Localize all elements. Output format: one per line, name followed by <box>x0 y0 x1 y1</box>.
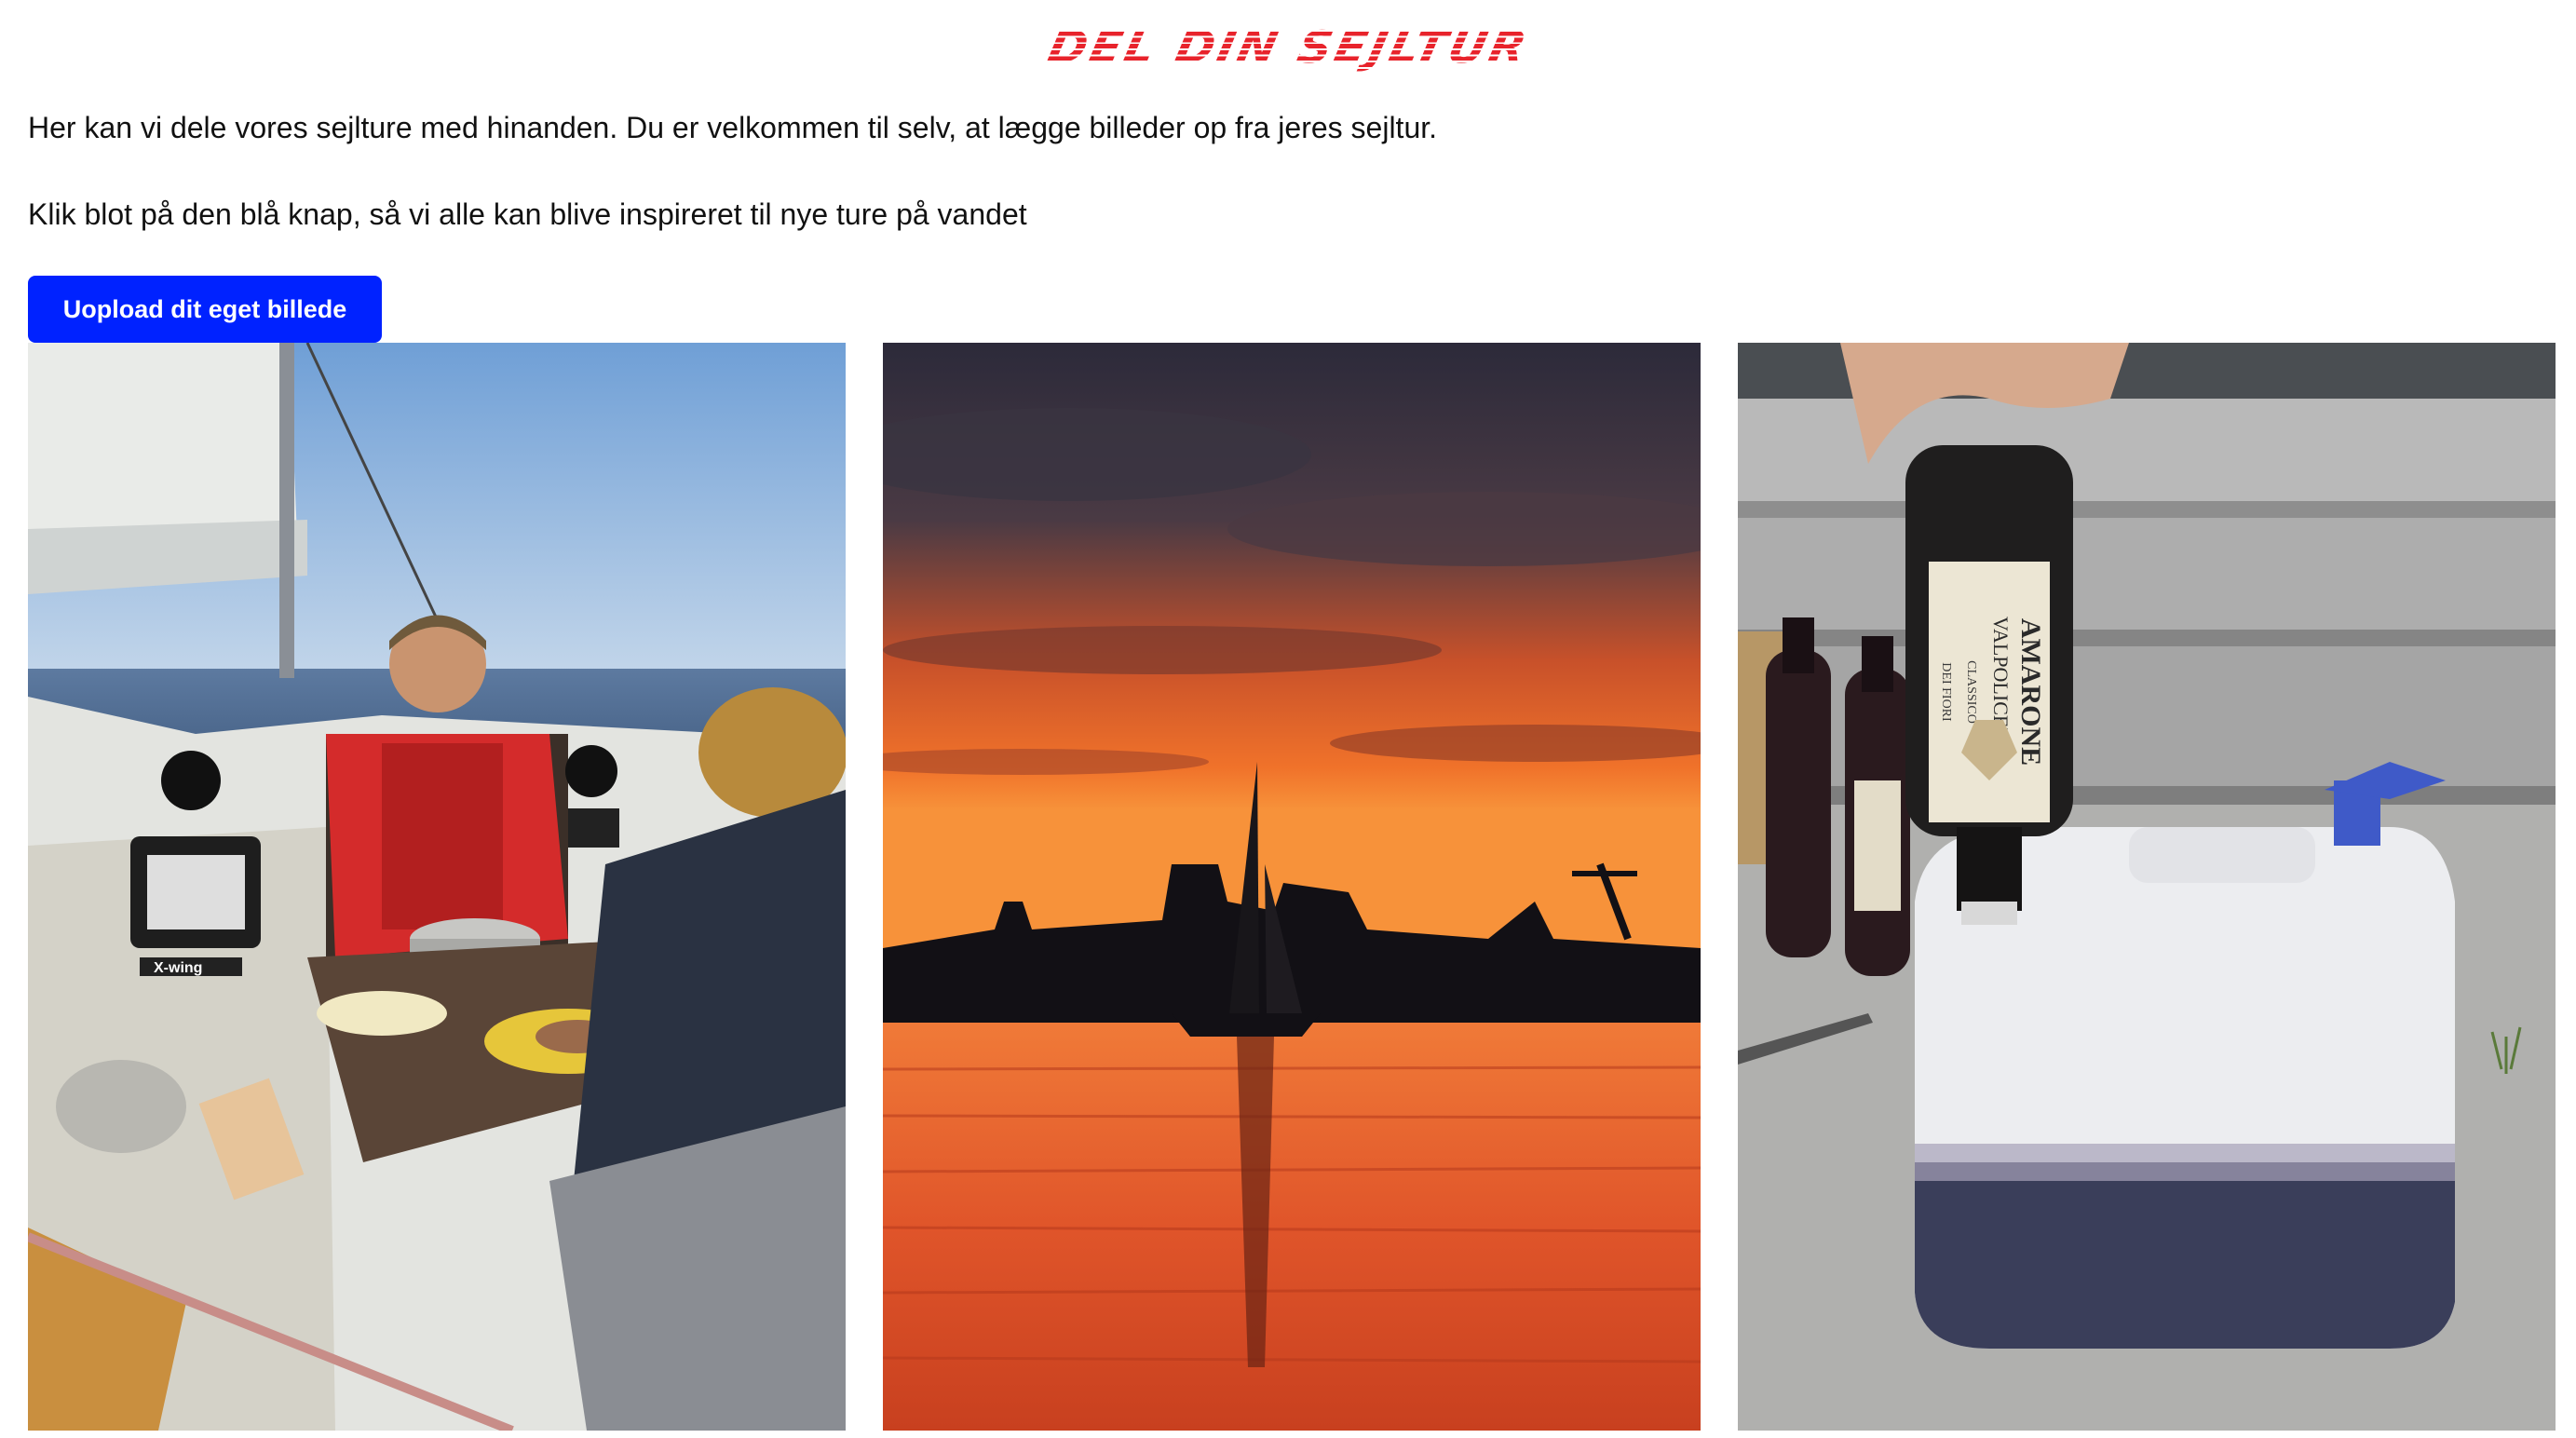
gallery-photo-sunset-sailboat[interactable] <box>883 343 1701 1431</box>
page: Del din sejltur Her kan vi dele vores se… <box>0 0 2576 1438</box>
gallery-photo-wine-canister[interactable]: AMARONE VALPOLICELLA CLASSICO DEI FIORI <box>1738 343 2556 1431</box>
logo-text: Del din sejltur <box>1035 21 1542 73</box>
gallery-photo-sailboat-dinner[interactable]: X-wing <box>28 343 846 1431</box>
sunset-sailboat-image <box>883 343 1701 1431</box>
wine-label-top: DEI FIORI <box>1939 662 1953 722</box>
boat-brand-label: X-wing <box>154 960 202 976</box>
intro-text-line-2: Klik blot på den blå knap, så vi alle ka… <box>28 197 1027 231</box>
wine-canister-image: AMARONE VALPOLICELLA CLASSICO DEI FIORI <box>1738 343 2556 1431</box>
site-logo[interactable]: Del din sejltur <box>0 11 2576 84</box>
photo-gallery: X-wing AMARONE VALPOLICELLA CLASSICO DEI… <box>28 343 2556 1431</box>
wine-label-class: CLASSICO <box>1964 660 1978 724</box>
upload-image-button[interactable]: Uopload dit eget billede <box>28 276 382 343</box>
sailboat-dinner-image: X-wing <box>28 343 846 1431</box>
intro-text-line-1: Her kan vi dele vores sejlture med hinan… <box>28 111 1438 144</box>
wine-label-main: AMARONE <box>2015 618 2046 766</box>
